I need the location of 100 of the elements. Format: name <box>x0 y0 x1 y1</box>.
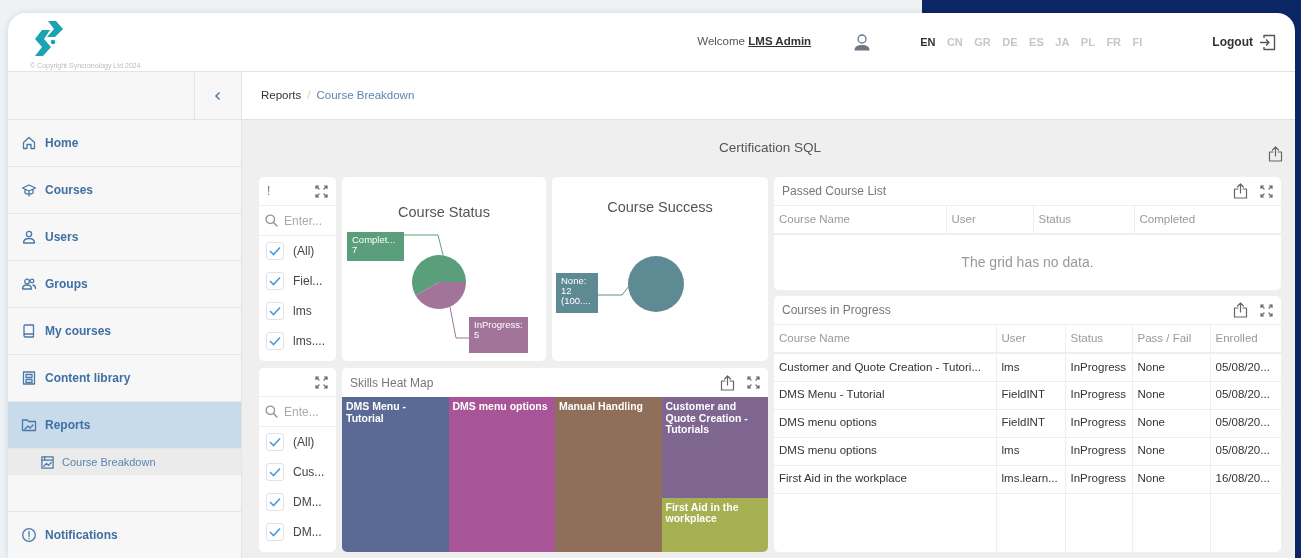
column-header[interactable]: Course Name <box>779 212 850 225</box>
filter-option-label: Fiel... <box>293 273 323 290</box>
empty-grid-message: The grid has no data. <box>961 253 1094 272</box>
language-link[interactable]: CN <box>946 33 963 51</box>
table-cell: 05/08/20... <box>1215 444 1270 457</box>
checkbox[interactable] <box>266 493 284 511</box>
report-icon <box>40 454 55 470</box>
folder-chart-icon <box>21 417 37 433</box>
table-cell: InProgress <box>1070 416 1127 429</box>
sidebar-item[interactable]: Notifications <box>8 511 241 558</box>
sidebar-item[interactable]: Reports <box>8 402 241 449</box>
info-icon <box>21 527 37 543</box>
filter-option-label: DM... <box>293 524 322 541</box>
sidebar-item[interactable]: Groups <box>8 261 241 308</box>
column-header[interactable]: Enrolled <box>1215 331 1258 344</box>
sidebar-subitem[interactable]: Course Breakdown <box>8 449 241 475</box>
data-label: 5 <box>474 329 480 340</box>
checkbox[interactable] <box>266 242 284 260</box>
leader-line <box>403 234 444 256</box>
leader-line <box>597 285 630 296</box>
filter-option-label: lms.... <box>293 333 325 350</box>
users-icon <box>21 276 37 292</box>
data-label: InProgress: 5 <box>469 317 528 353</box>
column-header[interactable]: User <box>951 212 976 225</box>
column-header[interactable]: Completed <box>1139 212 1196 225</box>
table-cell: None <box>1137 472 1165 485</box>
expand-icon[interactable] <box>747 376 760 389</box>
column-header[interactable]: Pass / Fail <box>1137 331 1192 344</box>
user-icon <box>21 229 37 245</box>
sidebar-item[interactable]: My courses <box>8 308 241 355</box>
language-link[interactable]: EN <box>920 33 936 51</box>
breadcrumb-link[interactable]: Course Breakdown <box>316 86 415 105</box>
chevron-left-icon <box>214 90 222 101</box>
heat-map-tile: DMS menu options <box>448 397 555 552</box>
export-icon[interactable] <box>1233 183 1248 199</box>
sidebar-item[interactable]: Users <box>8 214 241 261</box>
table-cell: 05/08/20... <box>1215 388 1270 401</box>
expand-icon[interactable] <box>1260 303 1273 317</box>
checkbox[interactable] <box>266 332 284 350</box>
language-link[interactable]: JA <box>1055 33 1070 51</box>
expand-icon[interactable] <box>315 375 328 389</box>
table-cell: DMS menu options <box>779 444 877 457</box>
search-icon <box>265 405 278 418</box>
data-label: None: 12 (100.... <box>556 273 598 313</box>
user-avatar-icon[interactable] <box>853 33 872 51</box>
breadcrumb-separator: / <box>307 87 311 103</box>
panel-title: Courses in Progress <box>782 302 891 319</box>
checkmark-icon <box>269 306 281 316</box>
filter-option-label: (All) <box>293 434 315 451</box>
table-cell: First Aid in the workplace <box>779 472 907 485</box>
building-icon <box>21 370 37 386</box>
checkmark-icon <box>269 246 281 256</box>
breadcrumb-link[interactable]: Reports <box>261 86 302 105</box>
data-label: Complet... 7 <box>347 232 404 261</box>
export-icon[interactable] <box>720 374 735 391</box>
table-cell: lms <box>1001 444 1020 457</box>
export-icon[interactable] <box>1233 302 1248 318</box>
language-link[interactable]: DE <box>1002 33 1018 51</box>
language-link[interactable]: FR <box>1106 33 1122 51</box>
expand-icon[interactable] <box>315 184 328 198</box>
export-icon[interactable] <box>1268 146 1283 162</box>
leader-line <box>449 306 470 339</box>
checkbox[interactable] <box>266 433 284 451</box>
column-header[interactable]: Status <box>1070 331 1104 344</box>
sidebar-item[interactable]: Courses <box>8 167 241 214</box>
language-link[interactable]: ES <box>1029 33 1044 51</box>
checkmark-icon <box>269 276 281 286</box>
checkbox[interactable] <box>266 272 284 290</box>
table-cell: None <box>1137 388 1165 401</box>
column-header[interactable]: Status <box>1038 212 1072 225</box>
graduation-cap-icon <box>21 182 37 198</box>
checkmark-icon <box>269 467 281 477</box>
checkbox[interactable] <box>266 523 284 541</box>
language-link[interactable]: FI <box>1132 33 1143 51</box>
heat-map-tile: Manual Handling <box>555 397 662 552</box>
table-cell: None <box>1137 360 1165 373</box>
checkmark-icon <box>269 527 281 537</box>
checkbox[interactable] <box>266 302 284 320</box>
logout-button[interactable]: Logout <box>1212 33 1276 51</box>
user-name-link[interactable]: LMS Admin <box>748 33 812 51</box>
chart-title: Course Success <box>607 199 713 215</box>
logo-icon <box>34 20 64 57</box>
column-header[interactable]: Course Name <box>779 331 850 344</box>
data-label: 12 (100.... <box>561 285 591 306</box>
sidebar-item[interactable]: Home <box>8 120 241 167</box>
filter-option-label: Cus... <box>293 464 325 481</box>
search-icon <box>265 214 278 227</box>
checkmark-icon <box>269 437 281 447</box>
table-cell: Customer and Quote Creation - Tutori... <box>779 360 981 373</box>
table-cell: InProgress <box>1070 472 1127 485</box>
expand-icon[interactable] <box>1260 184 1273 198</box>
table-cell: InProgress <box>1070 360 1127 373</box>
language-link[interactable]: GR <box>974 33 991 51</box>
panel-title: Passed Course List <box>782 183 887 200</box>
column-header[interactable]: User <box>1001 331 1026 344</box>
checkbox[interactable] <box>266 463 284 481</box>
language-link[interactable]: PL <box>1080 33 1095 51</box>
chart-title: Course Status <box>398 204 490 220</box>
table-cell: None <box>1137 444 1165 457</box>
table-cell: InProgress <box>1070 388 1127 401</box>
